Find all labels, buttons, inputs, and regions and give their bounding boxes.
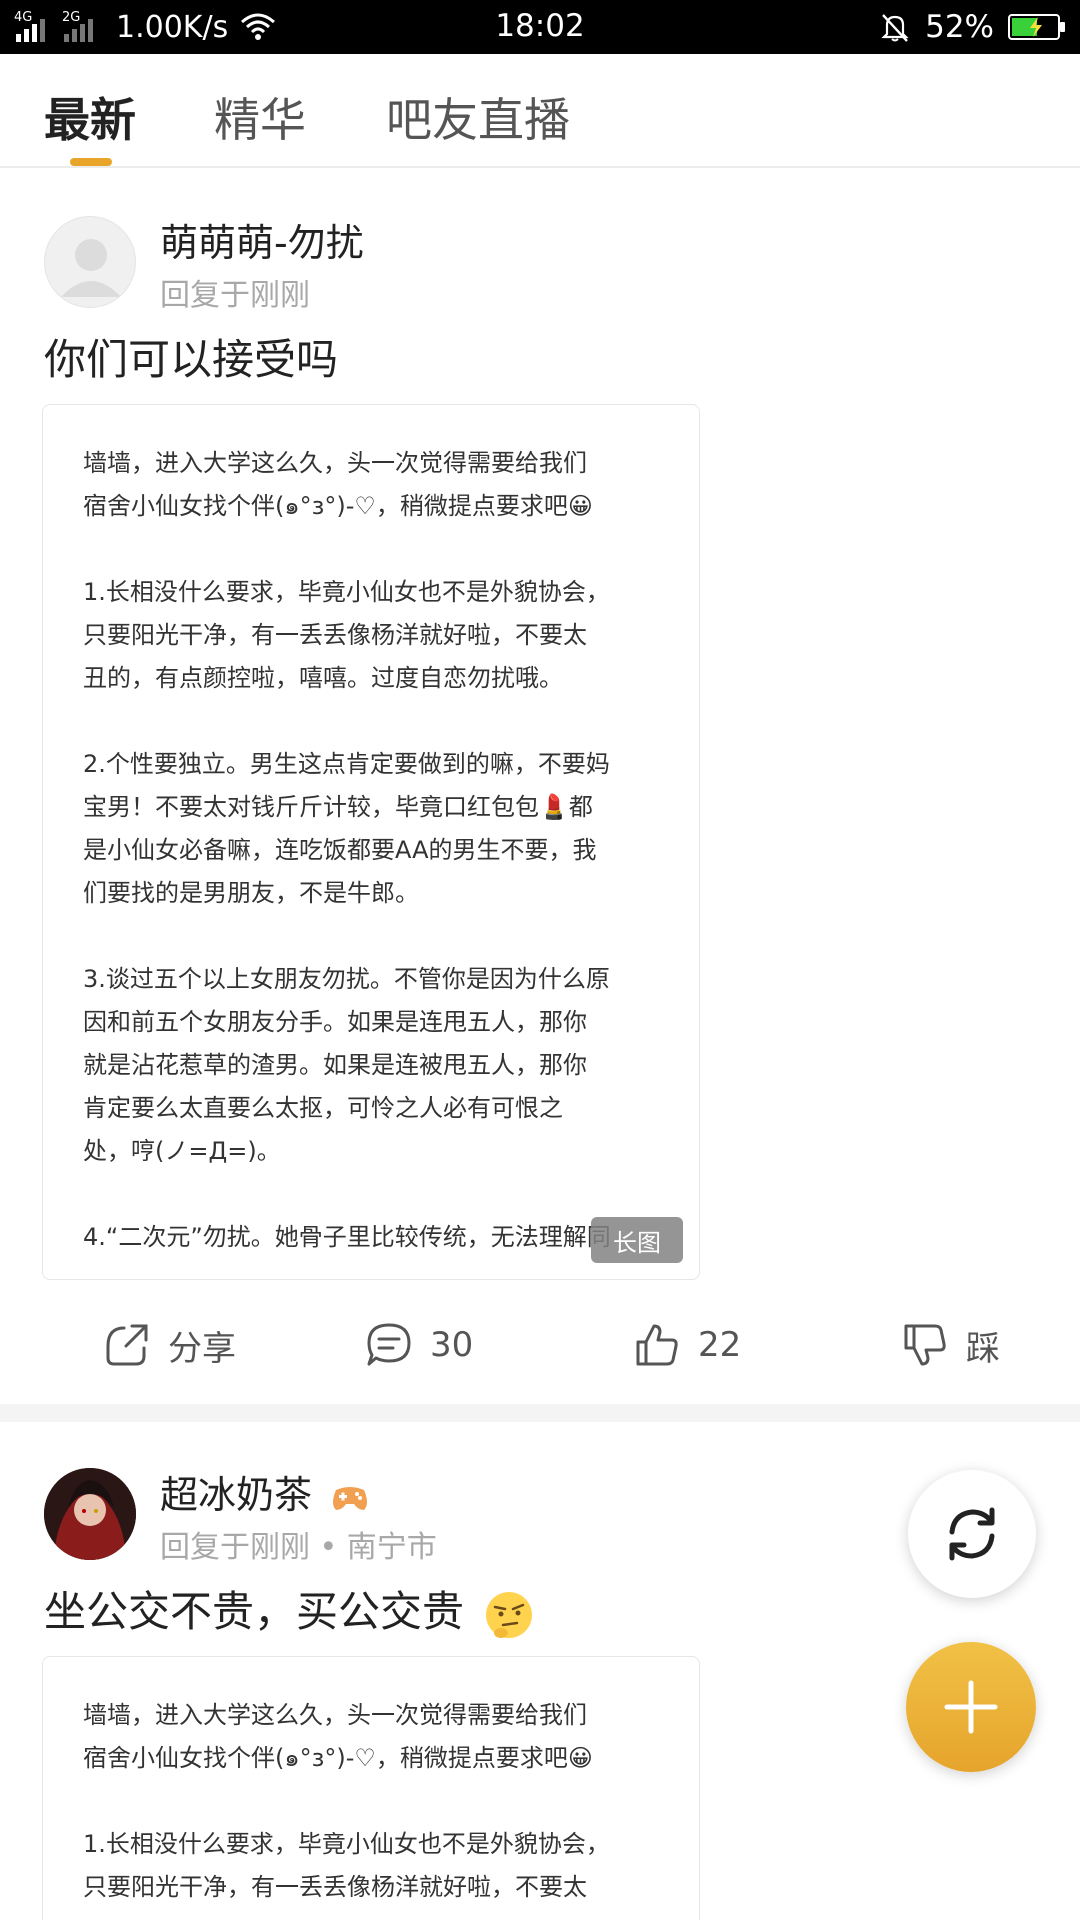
post-title[interactable]: 你们可以接受吗 <box>44 326 338 387</box>
comment-icon <box>367 1323 411 1366</box>
gamepad-icon <box>333 1486 368 1510</box>
long-image-badge: 长图 <box>591 1217 683 1263</box>
default-avatar-icon <box>61 239 121 297</box>
thinking-emoji-icon <box>486 1591 533 1638</box>
comment-button[interactable]: 30 <box>364 1300 473 1390</box>
image-text-line: 宝男！不要太对钱斤斤计较，毕竟口红包包💄都 <box>83 793 593 821</box>
image-text-line: 4.“二次元”勿扰。她骨子里比较传统，无法理解同 <box>83 1223 611 1251</box>
image-text-line: 2.个性要独立。男生这点肯定要做到的嘛，不要妈 <box>83 750 610 778</box>
author-name[interactable]: 萌萌萌-勿扰 <box>160 212 364 267</box>
image-text-line: 宿舍小仙女找个伴(๑°з°)-♡，稍微提点要求吧😀 <box>83 492 593 520</box>
share-label: 分享 <box>168 1328 236 1369</box>
image-text-line: 肯定要么太直要么太抠，可怜之人必有可恨之 <box>83 1094 563 1122</box>
status-bar: 4G 2G 1.00K/s 18:02 52% <box>0 0 1080 54</box>
refresh-button[interactable] <box>908 1470 1036 1598</box>
add-post-button[interactable] <box>906 1642 1036 1772</box>
like-icon <box>636 1324 678 1366</box>
active-tab-indicator <box>70 158 112 166</box>
image-text-line: 丑的，有点颜控啦，嘻嘻。过度自恋勿扰哦。 <box>83 664 563 692</box>
image-text-line: 就是沾花惹草的渣男。如果是连被甩五人，那你 <box>83 1051 587 1079</box>
post-actions: 分享 30 22 踩 <box>0 1300 1080 1390</box>
post-image[interactable]: 墙墙，进入大学这么久，头一次觉得需要给我们 宿舍小仙女找个伴(๑°з°)-♡，稍微… <box>42 1656 700 1920</box>
image-text-line: 1.长相没什么要求，毕竟小仙女也不是外貌协会， <box>83 1830 610 1858</box>
share-icon <box>106 1324 148 1366</box>
comment-count: 30 <box>430 1325 474 1365</box>
tab-live[interactable]: 吧友直播 <box>386 84 570 150</box>
image-text-line: 是小仙女必备嘛，连吃饭都要AA的男生不要，我 <box>83 836 597 864</box>
like-count: 22 <box>698 1325 742 1365</box>
image-text-line: 3.谈过五个以上女朋友勿扰。不管你是因为什么原 <box>83 965 610 993</box>
status-right: 52% <box>879 8 1066 46</box>
battery-percent: 52% <box>925 9 994 45</box>
tab-featured[interactable]: 精华 <box>214 84 306 150</box>
share-button[interactable]: 分享 <box>102 1300 236 1390</box>
dislike-icon <box>904 1324 946 1366</box>
image-text-line: 只要阳光干净，有一丢丢像杨洋就好啦，不要太 <box>83 1873 587 1901</box>
post-image[interactable]: 墙墙，进入大学这么久，头一次觉得需要给我们 宿舍小仙女找个伴(๑°з°)-♡，稍微… <box>42 404 700 1280</box>
image-text-line: 们要找的是男朋友，不是牛郎。 <box>83 879 419 907</box>
image-text-line: 因和前五个女朋友分手。如果是连甩五人，那你 <box>83 1008 587 1036</box>
tab-latest[interactable]: 最新 <box>44 84 136 150</box>
post-title-text: 坐公交不贵，买公交贵 <box>44 1587 465 1636</box>
image-text-line: 宿舍小仙女找个伴(๑°з°)-♡，稍微提点要求吧😀 <box>83 1744 593 1772</box>
dislike-button[interactable]: 踩 <box>900 1300 1000 1390</box>
tab-bar: 最新 精华 吧友直播 <box>0 54 1080 168</box>
author-name[interactable]: 超冰奶茶 <box>160 1464 370 1519</box>
battery-icon <box>1008 14 1065 40</box>
avatar-image <box>44 1468 136 1560</box>
image-text-line: 墙墙，进入大学这么久，头一次觉得需要给我们 <box>83 449 587 477</box>
post-card[interactable]: 萌萌萌-勿扰 回复于刚刚 你们可以接受吗 墙墙，进入大学这么久，头一次觉得需要给… <box>0 170 1080 1404</box>
author-name-text: 超冰奶茶 <box>160 1473 313 1517</box>
image-text-line: 1.长相没什么要求，毕竟小仙女也不是外貌协会， <box>83 578 610 606</box>
add-icon <box>944 1680 998 1734</box>
image-text-line: 处，哼(ノ=Д=)。 <box>83 1137 281 1165</box>
image-text-line: 只要阳光干净，有一丢丢像杨洋就好啦，不要太 <box>83 621 587 649</box>
mute-bell-icon <box>881 14 909 42</box>
post-divider <box>0 1404 1080 1422</box>
post-meta: 回复于刚刚 • 南宁市 <box>160 1530 437 1565</box>
avatar[interactable] <box>44 1468 136 1560</box>
post-meta: 回复于刚刚 <box>160 278 310 313</box>
refresh-icon <box>949 1507 995 1561</box>
post-title[interactable]: 坐公交不贵，买公交贵 <box>44 1578 535 1641</box>
dislike-label: 踩 <box>966 1328 1000 1369</box>
image-text-line: 墙墙，进入大学这么久，头一次觉得需要给我们 <box>83 1701 587 1729</box>
like-button[interactable]: 22 <box>632 1300 741 1390</box>
avatar[interactable] <box>44 216 136 308</box>
